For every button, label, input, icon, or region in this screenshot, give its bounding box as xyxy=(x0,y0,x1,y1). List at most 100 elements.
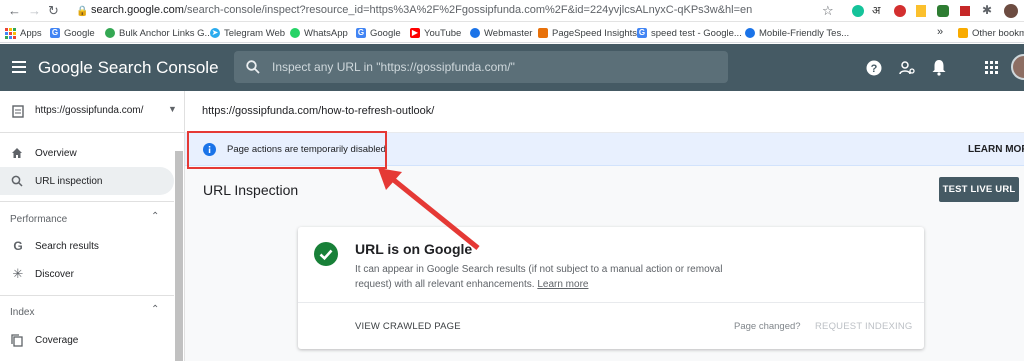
sidebar-item-overview[interactable]: Overview xyxy=(0,139,174,167)
url-inspect-search[interactable]: Inspect any URL in "https://gossipfunda.… xyxy=(234,51,728,83)
chevron-up-icon[interactable]: ⌃ xyxy=(151,304,159,315)
bookmark-label: Google xyxy=(64,27,95,39)
sidebar-item-coverage[interactable]: Coverage xyxy=(0,326,174,354)
bookmark-youtube[interactable]: ▶ YouTube xyxy=(410,26,461,40)
test-live-url-button[interactable]: TEST LIVE URL xyxy=(939,177,1019,202)
property-url: https://gossipfunda.com/ xyxy=(35,105,144,116)
webmaster-icon xyxy=(470,28,480,38)
bookmark-label: speed test - Google... xyxy=(651,27,742,39)
gsc-logo[interactable]: Google Search Console xyxy=(38,58,219,78)
extension-red-icon[interactable] xyxy=(960,6,970,16)
bookmarks-bar: Apps G Google Bulk Anchor Links G... ➤ T… xyxy=(0,22,1024,43)
user-avatar[interactable] xyxy=(1011,54,1024,80)
opera-extension-icon[interactable] xyxy=(894,5,906,17)
youtube-icon: ▶ xyxy=(410,28,420,38)
page-changed-label: Page changed? xyxy=(734,321,801,332)
grammarly-extension-icon[interactable] xyxy=(852,5,864,17)
svg-text:?: ? xyxy=(871,63,878,75)
forward-arrow-icon[interactable]: → xyxy=(28,3,41,19)
red-arrow-annotation xyxy=(378,168,480,250)
bookmark-apps[interactable]: Apps xyxy=(5,26,42,40)
hindi-extension-icon[interactable]: अ xyxy=(872,3,880,18)
sidebar-divider xyxy=(0,201,174,202)
search-input[interactable]: Inspect any URL in "https://gossipfunda.… xyxy=(272,60,515,74)
extension-green-icon[interactable] xyxy=(937,5,949,17)
whatsapp-icon xyxy=(290,28,300,38)
google-g-icon: G xyxy=(637,28,647,38)
property-selector[interactable]: https://gossipfunda.com/ ▼ xyxy=(0,91,184,133)
more-bookmarks-chevron[interactable]: » xyxy=(937,25,943,39)
url-path: /search-console/inspect?resource_id=http… xyxy=(183,4,753,16)
check-circle-icon xyxy=(314,242,338,266)
lock-icon: 🔒 xyxy=(76,6,89,17)
apps-grid-icon xyxy=(5,27,16,39)
bookmark-bulk-anchor[interactable]: Bulk Anchor Links G... xyxy=(105,26,212,40)
apps-grid-icon[interactable] xyxy=(985,61,998,74)
sidebar-item-discover[interactable]: ✳ Discover xyxy=(0,260,174,288)
sidebar-item-label: Discover xyxy=(35,268,74,280)
help-icon[interactable]: ? xyxy=(866,60,882,76)
highlight-box xyxy=(187,131,387,169)
bookmark-label: PageSpeed Insights xyxy=(552,27,638,39)
bookmark-telegram[interactable]: ➤ Telegram Web xyxy=(210,26,285,40)
gsc-header: Google Search Console Inspect any URL in… xyxy=(0,44,1024,91)
extension-yellow-icon[interactable] xyxy=(916,5,926,17)
bookmark-label: Mobile-Friendly Tes... xyxy=(759,27,850,39)
hamburger-menu-icon[interactable] xyxy=(12,61,26,73)
sidebar-item-label: URL inspection xyxy=(35,175,103,187)
status-description: It can appear in Google Search results (… xyxy=(355,262,755,292)
bookmark-speed-test[interactable]: G speed test - Google... xyxy=(637,26,742,40)
logo-google: Google xyxy=(38,58,93,77)
reload-icon[interactable]: ↻ xyxy=(48,3,59,19)
google-g-icon: G xyxy=(356,28,366,38)
bookmark-label: Apps xyxy=(20,27,42,39)
mobile-friendly-icon xyxy=(745,28,755,38)
bookmark-pagespeed[interactable]: PageSpeed Insights xyxy=(538,26,637,40)
chevron-up-icon[interactable]: ⌃ xyxy=(151,211,159,222)
bookmark-label: Google xyxy=(370,27,401,39)
search-icon xyxy=(11,175,23,187)
section-heading-performance: Performance xyxy=(10,214,68,225)
sidebar: https://gossipfunda.com/ ▼ Overview URL … xyxy=(0,91,185,361)
sidebar-item-label: Search results xyxy=(35,240,99,252)
address-bar[interactable]: search.google.com/search-console/inspect… xyxy=(91,4,752,16)
sidebar-item-label: Overview xyxy=(35,147,77,159)
profile-avatar[interactable] xyxy=(1004,4,1018,18)
bookmark-whatsapp[interactable]: WhatsApp xyxy=(290,26,348,40)
manage-account-icon[interactable] xyxy=(899,60,915,76)
bookmark-label: Webmaster xyxy=(484,27,533,39)
property-site-icon xyxy=(12,105,24,118)
card-learn-more-link[interactable]: Learn more xyxy=(537,279,588,290)
bookmark-label: Telegram Web xyxy=(224,27,286,39)
view-crawled-page-button[interactable]: VIEW CRAWLED PAGE xyxy=(355,321,461,332)
back-arrow-icon[interactable]: ← xyxy=(8,3,21,19)
sidebar-item-url-inspection[interactable]: URL inspection xyxy=(0,167,174,195)
request-indexing-button[interactable]: REQUEST INDEXING xyxy=(815,321,913,332)
bookmark-google[interactable]: G Google xyxy=(50,26,95,40)
dropdown-caret-icon: ▼ xyxy=(168,104,177,114)
notifications-bell-icon[interactable] xyxy=(932,59,946,76)
search-icon xyxy=(246,60,260,74)
google-g-icon: G xyxy=(50,28,60,38)
learn-more-link[interactable]: LEARN MORE xyxy=(968,144,1024,155)
bookmark-label: Bulk Anchor Links G... xyxy=(119,27,213,39)
logo-product: Search Console xyxy=(97,58,219,77)
bookmark-google-2[interactable]: G Google xyxy=(356,26,401,40)
puzzle-extensions-icon[interactable]: ✱ xyxy=(982,3,992,17)
sidebar-item-search-results[interactable]: G Search results xyxy=(0,232,174,260)
inspected-url: https://gossipfunda.com/how-to-refresh-o… xyxy=(202,105,435,117)
star-icon[interactable]: ☆ xyxy=(822,3,834,19)
bookmark-mobile-friendly[interactable]: Mobile-Friendly Tes... xyxy=(745,26,849,40)
page-title: URL Inspection xyxy=(203,182,299,198)
telegram-icon: ➤ xyxy=(210,28,220,38)
bookmark-webmaster[interactable]: Webmaster xyxy=(470,26,532,40)
bookmark-label: Other bookmarks xyxy=(972,27,1024,39)
folder-icon xyxy=(958,28,968,38)
bookmark-other[interactable]: Other bookmarks xyxy=(958,26,1024,40)
sidebar-scrollbar[interactable] xyxy=(175,151,183,361)
asterisk-icon: ✳ xyxy=(12,266,24,281)
sidebar-item-label: Coverage xyxy=(35,334,79,346)
sidebar-divider xyxy=(0,295,174,296)
bookmark-label: YouTube xyxy=(424,27,462,39)
browser-toolbar: ← → ↻ 🔒 search.google.com/search-console… xyxy=(0,0,1024,22)
